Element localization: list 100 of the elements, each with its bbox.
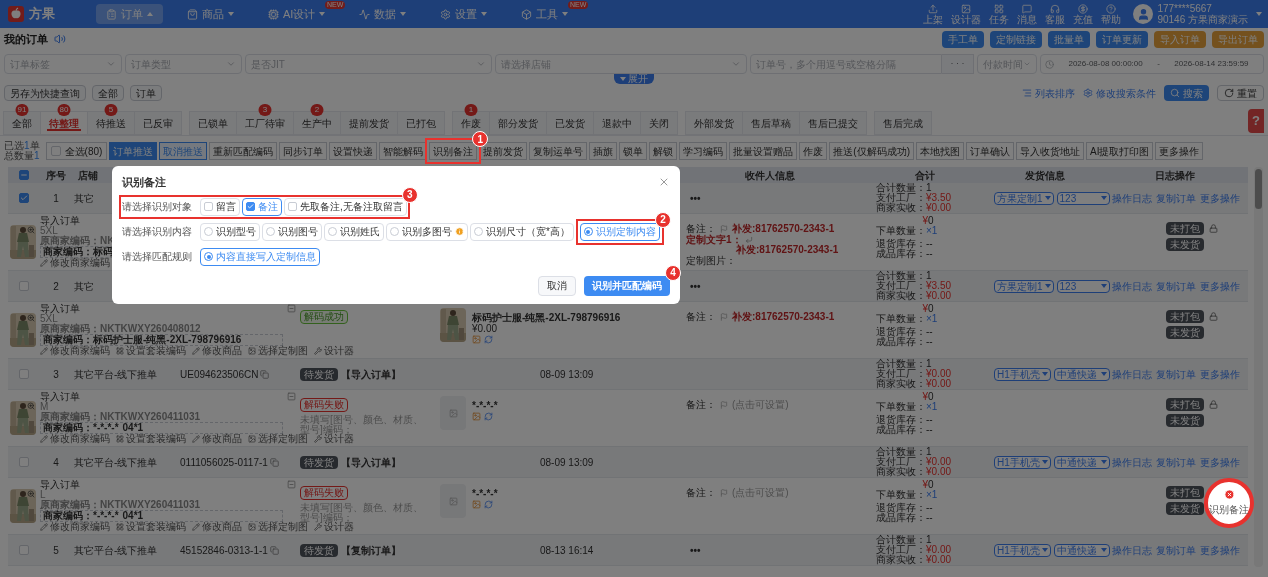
nav-menu-item[interactable]: 设置 [430,4,498,24]
speaker-icon[interactable] [54,33,66,45]
status-tab[interactable]: 工厂待审 [236,111,294,135]
item-link[interactable]: 修改商家编码 [40,434,110,444]
flag-icon[interactable] [720,489,728,497]
shipping-select[interactable]: H1手机壳 [994,543,1051,557]
toolbar-button[interactable]: 帮助 [1101,3,1122,25]
radio-option[interactable]: 识别型号 [200,222,260,241]
bulk-action-button[interactable]: 重新匹配编码 [209,142,278,160]
item-link[interactable]: 修改商家编码 [40,258,110,268]
item-link[interactable]: 设置套装编码 [116,434,186,444]
bulk-action-button[interactable]: 同步订单 [279,142,328,160]
page-action-button[interactable]: 定制链接 [990,30,1042,48]
toolbar-button[interactable]: 任务 [989,3,1010,25]
shipping-select[interactable]: 123 [1056,191,1110,205]
checkbox[interactable] [19,369,29,379]
toolbar-button[interactable]: 消息 [1017,3,1038,25]
page-action-button[interactable]: 导出订单 [1212,30,1264,48]
item-link[interactable]: 选择定制图 [248,522,308,532]
radio-option[interactable]: 识别尺寸（宽*高） [470,222,574,241]
bulk-action-button[interactable]: 提前发货 [479,142,528,160]
checkbox[interactable] [19,457,29,467]
log-link[interactable]: 复制订单 [1156,366,1196,382]
shipping-select[interactable]: H1手机壳 [994,455,1051,469]
shipping-select[interactable]: 中通快递 [1053,367,1110,381]
bulk-action-button[interactable]: 插旗 [589,142,618,160]
status-tab[interactable]: 售后草稿 [742,111,800,135]
page-action-button[interactable]: 手工单 [942,30,984,48]
toolbar-button[interactable]: 客服 [1045,3,1066,25]
bulk-action-button[interactable]: 订单推送 [109,142,158,160]
search-button[interactable]: 搜索 [1164,85,1209,101]
reset-button[interactable]: 重置 [1217,85,1264,101]
help-button[interactable]: ? [1248,109,1264,133]
remark-value[interactable]: 补发:81762570-2343-1 [732,312,835,322]
flag-icon[interactable] [720,313,728,321]
status-tab[interactable]: 提前发货 [340,111,398,135]
status-tab[interactable]: 售后完成 [874,111,932,135]
radio-option[interactable]: 识别图号 [262,222,322,241]
status-tab[interactable]: 外部发货 [685,111,743,135]
info-icon[interactable] [455,227,464,236]
bulk-action-button[interactable]: 作废 [799,142,828,160]
shipping-select[interactable]: H1手机壳 [994,367,1051,381]
scrollbar[interactable] [1254,167,1263,567]
checkbox[interactable] [19,170,29,180]
bulk-action-button[interactable]: 设置快递 [329,142,378,160]
status-tab[interactable]: 已打包 [397,111,445,135]
log-link[interactable]: 更多操作 [1200,366,1240,382]
checkbox-option[interactable]: 备注 [242,197,282,216]
remark-value[interactable]: 补发:81762570-2343-1 [732,224,835,234]
bulk-action-button[interactable]: 取消推送 [159,142,208,160]
radio-option[interactable]: 识别定制内容 [579,222,660,241]
receiver-info[interactable]: ••• [690,542,701,558]
collapse-icon[interactable] [287,392,296,401]
status-tab[interactable]: 部分发货 [489,111,547,135]
item-link[interactable]: 修改商品 [192,346,242,356]
log-link[interactable]: 操作日志 [1112,542,1152,558]
nav-menu-item[interactable]: 商品 [177,4,244,24]
bulk-action-button[interactable]: 智能解码 [379,142,428,160]
collapse-icon[interactable] [287,480,296,489]
status-tab[interactable]: 退款中 [593,111,641,135]
item-link[interactable]: 设置套装编码 [116,346,186,356]
item-link[interactable]: 选择定制图 [248,434,308,444]
receiver-info[interactable]: ••• [690,190,701,206]
refresh-icon[interactable] [484,412,493,421]
more-button[interactable]: · · · [942,54,974,74]
quick-query-button[interactable]: 订单 [130,85,162,101]
nav-menu-item[interactable]: 数据 [349,4,417,24]
item-link[interactable]: 设置套装编码 [116,522,186,532]
collapse-icon[interactable] [287,304,296,313]
image-icon[interactable] [472,412,481,421]
refresh-icon[interactable] [484,335,493,344]
toolbar-button[interactable]: 设计器 [951,3,982,25]
confirm-button[interactable]: 识别并匹配编码 [584,275,670,296]
status-tab[interactable]: 待整理 [40,111,88,135]
status-tab[interactable]: 待推送 [87,111,135,135]
bulk-action-button[interactable]: 本地找图 [916,142,965,160]
item-link[interactable]: 修改商家编码 [40,346,110,356]
shipping-select[interactable]: 中通快递 [1053,455,1110,469]
image-icon[interactable] [472,335,481,344]
date-range-field[interactable]: 2026-08-08 00:00:00 - 2026-08-14 23:59:59 [1040,54,1264,74]
zoom-icon[interactable] [27,402,35,410]
flag-icon[interactable] [720,401,728,409]
page-action-button[interactable]: 批量单 [1048,30,1090,48]
zoom-icon[interactable] [27,314,35,322]
page-action-button[interactable]: 导入订单 [1154,30,1206,48]
log-link[interactable]: 更多操作 [1200,454,1240,470]
radio-option[interactable]: 识别多图号 [386,222,468,241]
log-link[interactable]: 更多操作 [1200,278,1240,294]
status-tab[interactable]: 售后已提交 [799,111,867,135]
shipping-select[interactable]: 中通快递 [1053,543,1110,557]
item-link[interactable]: 设计器 [314,522,354,532]
status-tab[interactable]: 生产中 [293,111,341,135]
edit-conditions-link[interactable]: 修改搜索条件 [1083,85,1156,101]
refresh-icon[interactable] [484,500,493,509]
shipping-select[interactable]: 方果定制1 [994,191,1054,205]
item-link[interactable]: 修改商品 [192,434,242,444]
log-link[interactable]: 复制订单 [1156,278,1196,294]
select-all-checkbox[interactable]: 全选(80) [45,142,108,160]
shipping-select[interactable]: 123 [1056,279,1110,293]
avatar[interactable] [1133,4,1154,24]
